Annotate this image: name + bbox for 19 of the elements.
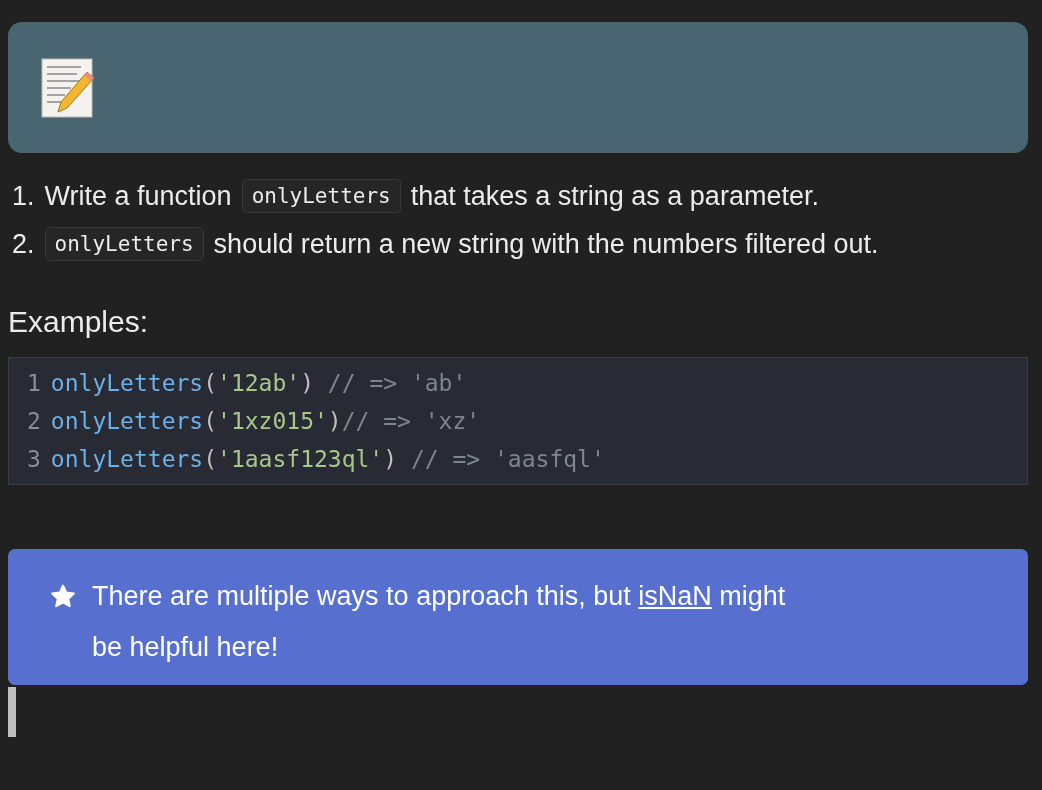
examples-heading: Examples: [8, 305, 150, 339]
instruction-text: should return a new string with the numbers filtered out. [213, 228, 879, 260]
inline-code: onlyLetters [241, 179, 401, 213]
notepad-pencil-icon [41, 57, 95, 118]
code-line: onlyLetters('1xz015')// => 'xz' [50, 408, 481, 434]
instruction-text: that takes a string as a parameter. [410, 180, 819, 212]
list-number: 1. [12, 180, 35, 212]
line-number: 3 [27, 446, 41, 472]
text-cursor [8, 687, 16, 737]
line-number: 2 [27, 408, 41, 434]
list-number: 2. [12, 228, 35, 260]
isnan-link[interactable]: isNaN [638, 581, 712, 611]
inline-code: onlyLetters [44, 227, 204, 261]
star-icon [50, 584, 76, 609]
instruction-text: Write a function [44, 180, 232, 212]
code-line: onlyLetters('12ab') // => 'ab' [50, 370, 467, 396]
hint-text: There are multiple ways to approach this, but isNaN might be helpful here! [92, 580, 787, 664]
code-line: onlyLetters('1aasf123ql') // => 'aasfql' [50, 446, 605, 472]
line-number: 1 [27, 370, 41, 396]
